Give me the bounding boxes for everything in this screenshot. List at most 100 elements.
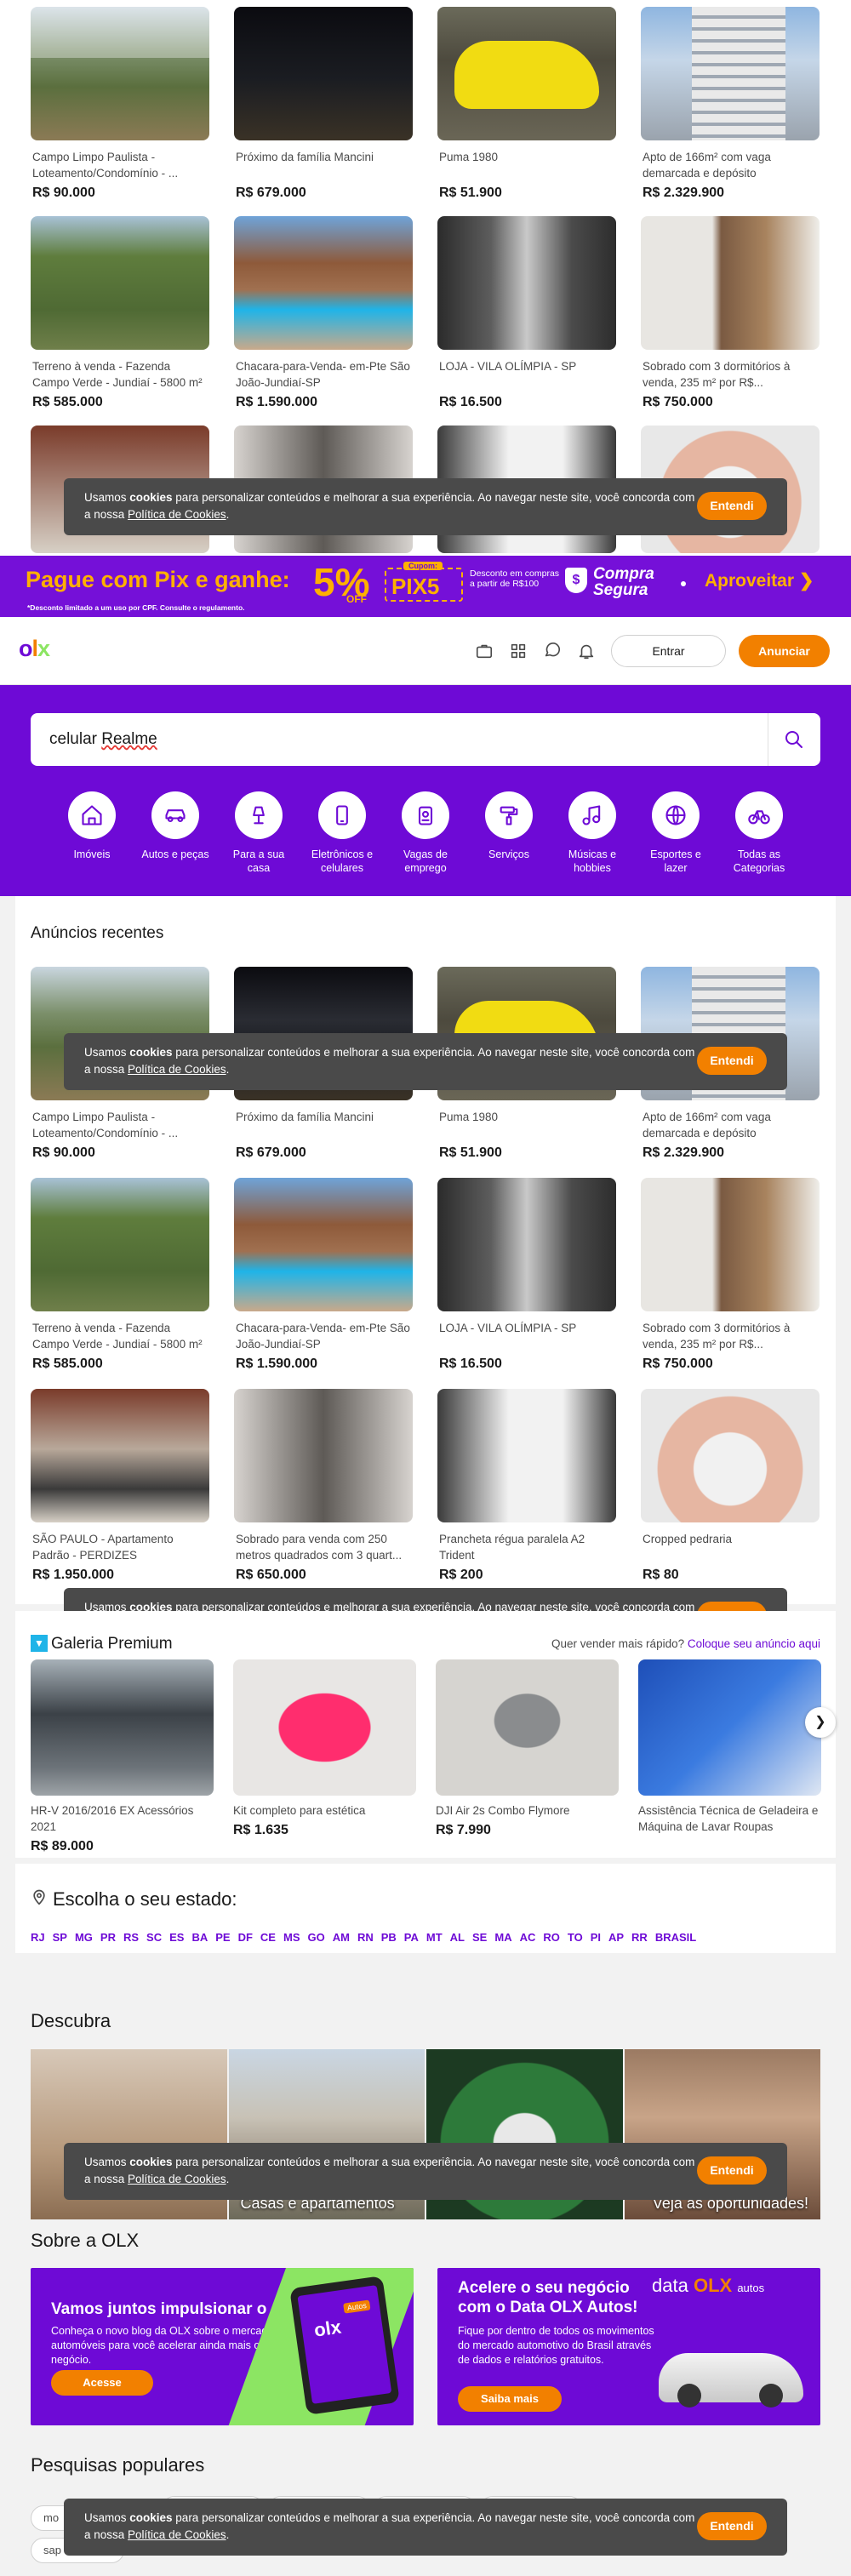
listing-photo[interactable] — [31, 1389, 209, 1522]
listing-title[interactable]: Campo Limpo Paulista - Loteamento/Condom… — [31, 149, 209, 181]
listing-title[interactable]: Terreno à venda - Fazenda Campo Verde - … — [31, 358, 209, 391]
listing-title[interactable]: LOJA - VILA OLÍMPIA - SP — [437, 358, 616, 391]
blog-card[interactable]: Vamos juntos impulsionar o seu negócio? … — [31, 2268, 414, 2425]
listing-card[interactable]: Próximo da família Mancini R$ 679.000 — [234, 7, 413, 201]
gallery-title-text[interactable]: Kit completo para estética — [233, 1802, 416, 1819]
state-link-mg[interactable]: MG — [75, 1931, 93, 1944]
listing-card[interactable]: Sobrado com 3 dormitórios à venda, 235 m… — [641, 1178, 820, 1372]
state-link-sp[interactable]: SP — [53, 1931, 67, 1944]
listing-title[interactable]: Chacara-para-Venda- em-Pte São João-Jund… — [234, 358, 413, 391]
listing-title[interactable]: Próximo da família Mancini — [234, 149, 413, 181]
listing-title[interactable]: Prancheta régua paralela A2 Trident — [437, 1531, 616, 1563]
listing-photo[interactable] — [641, 1178, 820, 1311]
chat-icon[interactable] — [543, 642, 562, 665]
listing-card[interactable]: Sobrado com 3 dormitórios à venda, 235 m… — [641, 216, 820, 410]
listing-title[interactable]: Sobrado com 3 dormitórios à venda, 235 m… — [641, 1320, 820, 1352]
gallery-card[interactable]: DJI Air 2s Combo Flymore R$ 7.990 — [436, 1659, 619, 1854]
state-link-am[interactable]: AM — [333, 1931, 350, 1944]
listing-title[interactable]: Apto de 166m² com vaga demarcada e depós… — [641, 1109, 820, 1141]
gallery-photo[interactable] — [31, 1659, 214, 1796]
state-link-pa[interactable]: PA — [404, 1931, 419, 1944]
category-imoveis[interactable]: Imóveis — [54, 791, 130, 875]
bell-icon[interactable] — [577, 642, 596, 665]
state-link-pr[interactable]: PR — [100, 1931, 116, 1944]
gallery-card[interactable]: HR-V 2016/2016 EX Acessórios 2021 R$ 89.0… — [31, 1659, 214, 1854]
listing-photo[interactable] — [234, 216, 413, 350]
state-link-ap[interactable]: AP — [608, 1931, 624, 1944]
listing-card[interactable]: Apto de 166m² com vaga demarcada e depós… — [641, 7, 820, 201]
state-link-ac[interactable]: AC — [520, 1931, 536, 1944]
category-vagas[interactable]: Vagas de emprego — [387, 791, 464, 875]
listing-photo[interactable] — [31, 1178, 209, 1311]
listing-card[interactable]: LOJA - VILA OLÍMPIA - SP R$ 16.500 — [437, 216, 616, 410]
cookie-policy-link[interactable]: Política de Cookies — [128, 2528, 226, 2541]
state-link-ba[interactable]: BA — [191, 1931, 208, 1944]
listing-photo[interactable] — [234, 7, 413, 140]
state-link-al[interactable]: AL — [450, 1931, 465, 1944]
listing-title[interactable]: Puma 1980 — [437, 1109, 616, 1141]
state-link-rn[interactable]: RN — [357, 1931, 374, 1944]
listing-photo[interactable] — [437, 1178, 616, 1311]
listing-photo[interactable] — [641, 7, 820, 140]
search-bar[interactable]: celular Realme — [31, 713, 820, 766]
state-link-go[interactable]: GO — [307, 1931, 324, 1944]
cookie-accept-button[interactable]: Entendi — [697, 2156, 767, 2185]
category-autos[interactable]: Autos e peças — [137, 791, 214, 875]
listing-photo[interactable] — [641, 216, 820, 350]
gallery-photo[interactable] — [436, 1659, 619, 1796]
blog-access-button[interactable]: Acesse — [51, 2370, 153, 2396]
search-icon[interactable] — [784, 729, 804, 754]
sell-faster-link[interactable]: Coloque seu anúncio aqui — [688, 1637, 820, 1650]
gallery-title-text[interactable]: Assistência Técnica de Geladeira e Máqui… — [638, 1802, 821, 1835]
cookie-accept-button[interactable]: Entendi — [697, 1047, 767, 1075]
gallery-card[interactable]: Assistência Técnica de Geladeira e Máqui… — [638, 1659, 821, 1854]
listing-card[interactable]: Terreno à venda - Fazenda Campo Verde - … — [31, 216, 209, 410]
state-link-brasil[interactable]: BRASIL — [655, 1931, 696, 1944]
listing-card[interactable]: LOJA - VILA OLÍMPIA - SP R$ 16.500 — [437, 1178, 616, 1372]
state-link-rs[interactable]: RS — [123, 1931, 139, 1944]
cookie-policy-link[interactable]: Política de Cookies — [128, 508, 226, 521]
state-link-se[interactable]: SE — [472, 1931, 487, 1944]
state-link-pi[interactable]: PI — [591, 1931, 601, 1944]
cookie-policy-link[interactable]: Política de Cookies — [128, 2173, 226, 2185]
listing-card[interactable]: Chacara-para-Venda- em-Pte São João-Jund… — [234, 1178, 413, 1372]
state-link-mt[interactable]: MT — [426, 1931, 443, 1944]
listing-title[interactable]: LOJA - VILA OLÍMPIA - SP — [437, 1320, 616, 1352]
gallery-title-text[interactable]: HR-V 2016/2016 EX Acessórios 2021 — [31, 1802, 214, 1835]
category-esportes[interactable]: Esportes e lazer — [637, 791, 714, 875]
bag-icon[interactable] — [475, 642, 494, 665]
listing-photo[interactable] — [437, 216, 616, 350]
login-button[interactable]: Entrar — [611, 635, 726, 667]
category-casa[interactable]: Para a sua casa — [220, 791, 297, 875]
listing-card[interactable]: Prancheta régua paralela A2 Trident R$ 20… — [437, 1389, 616, 1583]
state-link-ce[interactable]: CE — [260, 1931, 276, 1944]
state-link-es[interactable]: ES — [169, 1931, 184, 1944]
pix-promo-banner[interactable]: Pague com Pix e ganhe: 5% OFF Cupom: PIX… — [0, 556, 851, 617]
olx-logo[interactable]: olx — [19, 636, 50, 662]
listing-photo[interactable] — [234, 1389, 413, 1522]
state-link-pe[interactable]: PE — [215, 1931, 230, 1944]
announce-button[interactable]: Anunciar — [739, 635, 830, 667]
data-learn-more-button[interactable]: Saiba mais — [458, 2386, 562, 2412]
state-link-df[interactable]: DF — [238, 1931, 253, 1944]
state-link-rj[interactable]: RJ — [31, 1931, 45, 1944]
listing-title[interactable]: Próximo da família Mancini — [234, 1109, 413, 1141]
listing-photo[interactable] — [234, 1178, 413, 1311]
grid-icon[interactable] — [509, 642, 528, 665]
listing-card[interactable]: Chacara-para-Venda- em-Pte São João-Jund… — [234, 216, 413, 410]
listing-title[interactable]: Cropped pedraria — [641, 1531, 820, 1563]
gallery-photo[interactable] — [638, 1659, 821, 1796]
cookie-accept-button[interactable]: Entendi — [697, 2512, 767, 2540]
listing-title[interactable]: Apto de 166m² com vaga demarcada e depós… — [641, 149, 820, 181]
gallery-title-text[interactable]: DJI Air 2s Combo Flymore — [436, 1802, 619, 1819]
listing-title[interactable]: Chacara-para-Venda- em-Pte São João-Jund… — [234, 1320, 413, 1352]
listing-card[interactable]: Sobrado para venda com 250 metros quadra… — [234, 1389, 413, 1583]
state-link-pb[interactable]: PB — [381, 1931, 397, 1944]
category-musicas[interactable]: Músicas e hobbies — [554, 791, 631, 875]
category-servicos[interactable]: Serviços — [471, 791, 547, 875]
listing-title[interactable]: Terreno à venda - Fazenda Campo Verde - … — [31, 1320, 209, 1352]
gallery-card[interactable]: Kit completo para estética R$ 1.635 — [233, 1659, 416, 1854]
search-input[interactable]: celular Realme — [49, 730, 157, 749]
listing-card[interactable]: SÃO PAULO - Apartamento Padrão - PERDIZE… — [31, 1389, 209, 1583]
state-link-sc[interactable]: SC — [146, 1931, 162, 1944]
